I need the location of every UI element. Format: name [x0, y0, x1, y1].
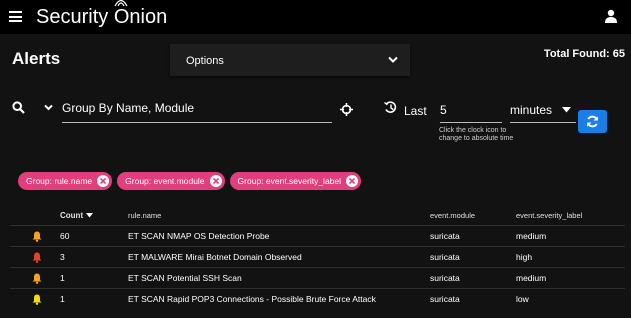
count-cell: 3 — [60, 246, 128, 268]
menu-icon[interactable] — [9, 11, 22, 22]
clock-hint: Click the clock icon to change to absolu… — [439, 127, 514, 142]
query-chevron-down-icon[interactable] — [44, 104, 53, 111]
rule-name-cell[interactable]: ET SCAN Potential SSH Scan — [128, 267, 430, 289]
table-row[interactable]: 3 ET MALWARE Mirai Botnet Domain Observed… — [10, 246, 625, 268]
page-title: Alerts — [12, 49, 61, 68]
bell-icon[interactable] — [32, 294, 42, 305]
alert-cell — [10, 225, 60, 247]
user-icon[interactable] — [604, 9, 618, 23]
close-icon[interactable] — [346, 175, 359, 187]
refresh-button[interactable] — [578, 110, 607, 133]
event-module-cell[interactable]: suricata — [430, 225, 516, 247]
alert-cell — [10, 246, 60, 268]
header-event-module[interactable]: event.module — [430, 205, 516, 226]
app-bar: Security Onion — [0, 0, 631, 34]
bell-icon[interactable] — [32, 252, 42, 263]
last-label: Last — [404, 104, 427, 118]
last-value-input[interactable]: 5 — [440, 102, 502, 123]
rule-name-cell[interactable]: ET SCAN NMAP OS Detection Probe — [128, 225, 430, 247]
alerts-table: Count rule.name event.module event.sever… — [10, 205, 625, 309]
close-icon[interactable] — [97, 175, 110, 187]
count-cell: 1 — [60, 267, 128, 289]
time-unit-select[interactable]: minutes — [510, 102, 576, 123]
chip-label: Group: event.module — [125, 176, 205, 186]
chip-label: Group: event.severity_label — [237, 176, 342, 186]
rule-name-cell[interactable]: ET SCAN Rapid POP3 Connections - Possibl… — [128, 288, 430, 309]
query-input[interactable]: Group By Name, Module — [62, 100, 332, 123]
history-clock-icon[interactable] — [384, 101, 397, 114]
count-cell: 1 — [60, 288, 128, 309]
rule-name-cell[interactable]: ET MALWARE Mirai Botnet Domain Observed — [128, 246, 430, 268]
group-chips: Group: rule.name Group: event.module Group… — [18, 171, 366, 190]
sort-desc-icon[interactable] — [86, 212, 94, 218]
chip-rule-name[interactable]: Group: rule.name — [18, 172, 113, 190]
chip-event-module[interactable]: Group: event.module — [117, 172, 225, 190]
count-cell: 60 — [60, 225, 128, 247]
bell-icon[interactable] — [32, 231, 42, 242]
bell-icon[interactable] — [32, 273, 42, 284]
chip-event-severity-label[interactable]: Group: event.severity_label — [229, 172, 362, 190]
options-panel[interactable]: Options — [170, 44, 410, 76]
crosshair-icon[interactable] — [340, 103, 353, 116]
event-module-cell[interactable]: suricata — [430, 288, 516, 309]
header-count-label: Count — [60, 210, 84, 220]
header-event-severity[interactable]: event.severity_label — [516, 205, 625, 226]
table-row[interactable]: 1 ET SCAN Potential SSH Scan suricata mediu… — [10, 267, 625, 289]
alert-cell — [10, 288, 60, 309]
severity-cell[interactable]: high — [516, 246, 625, 268]
chevron-down-icon[interactable] — [388, 56, 398, 64]
total-found: Total Found: 65 — [543, 48, 625, 60]
options-label: Options — [186, 55, 224, 67]
alert-cell — [10, 267, 60, 289]
event-module-cell[interactable]: suricata — [430, 246, 516, 268]
severity-cell[interactable]: medium — [516, 225, 625, 247]
chip-label: Group: rule.name — [26, 176, 93, 186]
time-unit-value: minutes — [510, 103, 553, 117]
close-icon[interactable] — [209, 175, 222, 187]
severity-cell[interactable]: low — [516, 288, 625, 309]
header-icon — [10, 205, 60, 226]
event-module-cell[interactable]: suricata — [430, 267, 516, 289]
table-header-row: Count rule.name event.module event.sever… — [10, 205, 625, 226]
header-rule-name[interactable]: rule.name — [128, 205, 430, 226]
table-row[interactable]: 60 ET SCAN NMAP OS Detection Probe suricat… — [10, 225, 625, 247]
brand-logo: Security Onion — [36, 0, 167, 29]
caret-down-icon — [562, 107, 571, 113]
refresh-icon — [587, 115, 598, 128]
severity-cell[interactable]: medium — [516, 267, 625, 289]
table-row[interactable]: 1 ET SCAN Rapid POP3 Connections - Possib… — [10, 288, 625, 309]
header-count[interactable]: Count — [60, 205, 128, 226]
search-icon[interactable] — [12, 101, 25, 114]
